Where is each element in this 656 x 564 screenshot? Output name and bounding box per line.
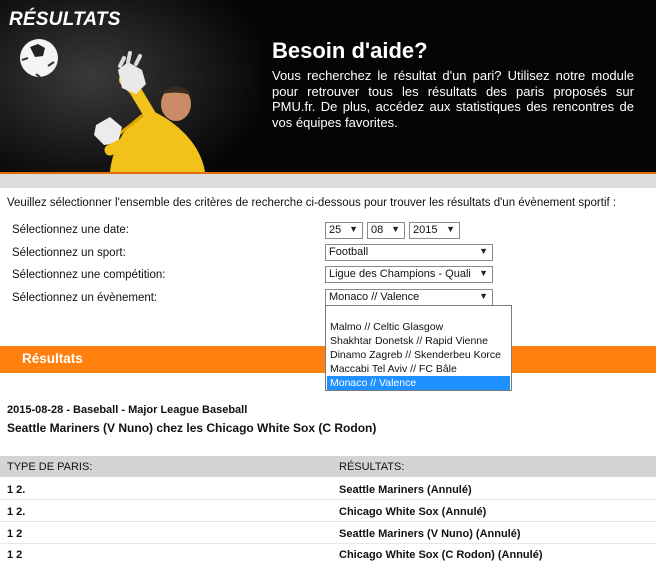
row-divider (0, 499, 656, 500)
year-select-value: 2015 (413, 224, 438, 236)
date-label: Sélectionnez une date: (12, 224, 130, 236)
event-select[interactable]: Monaco // Valence ▼ (325, 289, 493, 306)
month-select-value: 08 (371, 224, 384, 236)
sport-select-value: Football (329, 246, 369, 258)
dropdown-arrow-icon: ▼ (479, 291, 488, 301)
dropdown-arrow-icon: ▼ (446, 224, 455, 234)
table-cell-bet: 1 2. (7, 506, 26, 518)
table-cell-bet: 1 2. (7, 484, 26, 496)
table-cell-result: Seattle Mariners (Annulé) (339, 484, 472, 496)
row-divider (0, 521, 656, 522)
table-cell-result: Chicago White Sox (C Rodon) (Annulé) (339, 549, 543, 561)
day-select-value: 25 (329, 224, 342, 236)
day-select[interactable]: 25 ▼ (325, 222, 363, 239)
event-dropdown-list[interactable]: Malmo // Celtic Glasgow Shakhtar Donetsk… (325, 305, 512, 391)
competition-select-value: Ligue des Champions - Quali (329, 268, 471, 280)
hero-banner: RÉSULTATS Besoin d'aide? Vous recherchez… (0, 0, 656, 172)
event-option-selected[interactable]: Monaco // Valence (327, 376, 510, 390)
competition-label: Sélectionnez une compétition: (12, 269, 166, 281)
search-intro-text: Veuillez sélectionner l'ensemble des cri… (7, 197, 617, 209)
dropdown-arrow-icon: ▼ (479, 246, 488, 256)
row-divider (0, 543, 656, 544)
sport-select[interactable]: Football ▼ (325, 244, 493, 261)
event-date-info: 2015-08-28 - Baseball - Major League Bas… (7, 404, 248, 416)
table-cell-bet: 1 2 (7, 528, 23, 540)
competition-select[interactable]: Ligue des Champions - Quali ▼ (325, 266, 493, 283)
event-label: Sélectionnez un évènement: (12, 292, 158, 304)
results-table-header (0, 456, 656, 477)
column-header-bet-type: TYPE DE PARIS: (7, 461, 93, 473)
dropdown-arrow-icon: ▼ (391, 224, 400, 234)
dropdown-arrow-icon: ▼ (479, 268, 488, 278)
results-bar-right (512, 346, 656, 373)
month-select[interactable]: 08 ▼ (367, 222, 405, 239)
results-heading: Résultats (22, 351, 83, 366)
dropdown-arrow-icon: ▼ (349, 224, 358, 234)
year-select[interactable]: 2015 ▼ (409, 222, 460, 239)
sport-label: Sélectionnez un sport: (12, 247, 126, 259)
page-title: RÉSULTATS (9, 9, 121, 30)
column-header-results: RÉSULTATS: (339, 461, 405, 473)
event-option[interactable]: Maccabi Tel Aviv // FC Bâle (327, 362, 510, 376)
help-title: Besoin d'aide? (272, 38, 428, 63)
event-option[interactable]: Shakhtar Donetsk // Rapid Vienne (327, 334, 510, 348)
event-option[interactable]: Malmo // Celtic Glasgow (327, 320, 510, 334)
event-title: Seattle Mariners (V Nuno) chez les Chica… (7, 421, 377, 435)
event-select-value: Monaco // Valence (329, 291, 420, 303)
hero-divider (0, 172, 656, 188)
table-cell-bet: 1 2 (7, 549, 23, 561)
help-text: Vous recherchez le résultat d'un pari? U… (272, 68, 634, 130)
table-cell-result: Seattle Mariners (V Nuno) (Annulé) (339, 528, 521, 540)
table-cell-result: Chicago White Sox (Annulé) (339, 506, 487, 518)
event-option[interactable]: Dinamo Zagreb // Skenderbeu Korce (327, 348, 510, 362)
